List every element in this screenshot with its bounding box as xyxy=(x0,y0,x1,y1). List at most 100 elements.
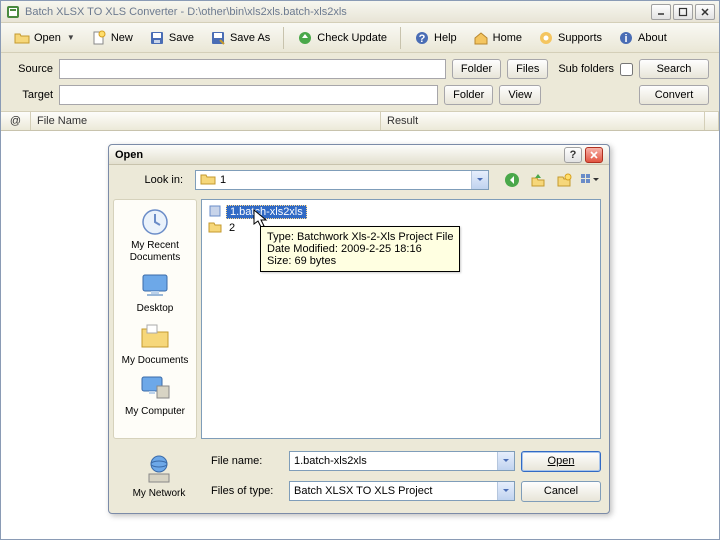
app-icon xyxy=(5,4,21,20)
view-menu-button[interactable] xyxy=(579,169,601,191)
check-update-button[interactable]: Check Update xyxy=(290,26,394,50)
dialog-help-button[interactable]: ? xyxy=(564,147,582,163)
cancel-button[interactable]: Cancel xyxy=(521,481,601,502)
nav-icons xyxy=(501,169,601,191)
file-name: 1.batch-xls2xls xyxy=(226,205,307,219)
filetype-label: Files of type: xyxy=(207,485,283,497)
up-button[interactable] xyxy=(527,169,549,191)
save-icon xyxy=(149,30,165,46)
help-button[interactable]: ? Help xyxy=(407,26,464,50)
place-computer[interactable]: My Computer xyxy=(115,372,195,418)
open-dialog: Open ? Look in: 1 My Recent Documents De… xyxy=(108,144,610,514)
filetype-combo[interactable]: Batch XLSX TO XLS Project xyxy=(289,481,515,501)
col-result[interactable]: Result xyxy=(381,112,705,130)
col-status[interactable]: @ xyxy=(1,112,31,130)
minimize-button[interactable] xyxy=(651,4,671,20)
places-bar: My Recent Documents Desktop My Documents… xyxy=(113,199,197,439)
search-button[interactable]: Search xyxy=(639,59,709,79)
combo-dropdown-icon[interactable] xyxy=(497,482,514,500)
desktop-icon xyxy=(139,269,171,301)
home-label: Home xyxy=(493,32,522,44)
convert-button[interactable]: Convert xyxy=(639,85,709,105)
look-in-row: Look in: 1 xyxy=(109,165,609,195)
separator xyxy=(400,27,401,49)
dialog-footer: My Network File name: 1.batch-xls2xls Op… xyxy=(109,443,609,513)
separator xyxy=(283,27,284,49)
place-desktop-label: Desktop xyxy=(137,303,174,315)
info-icon: i xyxy=(618,30,634,46)
save-as-button[interactable]: Save As xyxy=(203,26,277,50)
save-as-label: Save As xyxy=(230,32,270,44)
filetype-value: Batch XLSX TO XLS Project xyxy=(294,485,432,497)
toolbar: Open ▼ New Save Save As Check Update ? H… xyxy=(1,23,719,53)
target-folder-button[interactable]: Folder xyxy=(444,85,493,105)
look-in-label: Look in: xyxy=(117,174,189,186)
combo-dropdown-icon[interactable] xyxy=(497,452,514,470)
source-files-button[interactable]: Files xyxy=(507,59,548,79)
recent-icon xyxy=(139,206,171,238)
combo-dropdown-icon[interactable] xyxy=(471,171,488,189)
svg-text:i: i xyxy=(624,33,627,45)
open-label: Open xyxy=(34,32,61,44)
home-button[interactable]: Home xyxy=(466,26,529,50)
about-label: About xyxy=(638,32,667,44)
place-desktop[interactable]: Desktop xyxy=(115,269,195,315)
tooltip-size: Size: 69 bytes xyxy=(267,255,453,267)
source-folder-button[interactable]: Folder xyxy=(452,59,501,79)
file-tooltip: Type: Batchwork Xls-2-Xls Project File D… xyxy=(260,226,460,272)
update-icon xyxy=(297,30,313,46)
close-button[interactable] xyxy=(695,4,715,20)
dialog-body: My Recent Documents Desktop My Documents… xyxy=(109,195,609,443)
folder-open-icon xyxy=(14,30,30,46)
place-recent[interactable]: My Recent Documents xyxy=(115,206,195,263)
col-filename[interactable]: File Name xyxy=(31,112,381,130)
titlebar: Batch XLSX TO XLS Converter - D:\other\b… xyxy=(1,1,719,23)
folder-icon xyxy=(200,172,216,189)
place-documents[interactable]: My Documents xyxy=(115,321,195,367)
new-doc-icon xyxy=(91,30,107,46)
subfolders-label: Sub folders xyxy=(558,63,614,75)
place-computer-label: My Computer xyxy=(125,406,185,418)
project-file-icon xyxy=(208,204,222,221)
filename-label: File name: xyxy=(207,455,283,467)
check-update-label: Check Update xyxy=(317,32,387,44)
documents-icon xyxy=(139,321,171,353)
look-in-combo[interactable]: 1 xyxy=(195,170,489,190)
svg-text:?: ? xyxy=(419,33,426,45)
source-input[interactable] xyxy=(59,59,446,79)
grid-header: @ File Name Result xyxy=(1,111,719,131)
source-label: Source xyxy=(11,63,53,75)
subfolders-checkbox[interactable] xyxy=(620,63,633,76)
look-in-value: 1 xyxy=(220,174,226,186)
file-name: 2 xyxy=(226,222,238,234)
back-button[interactable] xyxy=(501,169,523,191)
filename-combo[interactable]: 1.batch-xls2xls xyxy=(289,451,515,471)
place-recent-label: My Recent Documents xyxy=(116,240,194,263)
open-confirm-button[interactable]: Open xyxy=(521,451,601,472)
new-button[interactable]: New xyxy=(84,26,140,50)
place-documents-label: My Documents xyxy=(122,355,189,367)
open-button[interactable]: Open ▼ xyxy=(7,26,82,50)
new-folder-button[interactable] xyxy=(553,169,575,191)
supports-button[interactable]: Supports xyxy=(531,26,609,50)
col-scroll xyxy=(705,112,719,130)
about-button[interactable]: i About xyxy=(611,26,674,50)
help-label: Help xyxy=(434,32,457,44)
tooltip-date: Date Modified: 2009-2-25 18:16 xyxy=(267,243,453,255)
supports-label: Supports xyxy=(558,32,602,44)
file-list[interactable]: 1.batch-xls2xls 2 Type: Batchwork Xls-2-… xyxy=(201,199,601,439)
save-button[interactable]: Save xyxy=(142,26,201,50)
target-input[interactable] xyxy=(59,85,438,105)
tooltip-type: Type: Batchwork Xls-2-Xls Project File xyxy=(267,231,453,243)
computer-icon xyxy=(139,372,171,404)
source-row: Source Folder Files Sub folders Search xyxy=(1,53,719,85)
dialog-close-button[interactable] xyxy=(585,147,603,163)
save-as-icon xyxy=(210,30,226,46)
place-network[interactable]: My Network xyxy=(117,454,201,499)
filename-value: 1.batch-xls2xls xyxy=(294,455,367,467)
target-view-button[interactable]: View xyxy=(499,85,541,105)
maximize-button[interactable] xyxy=(673,4,693,20)
dialog-titlebar: Open ? xyxy=(109,145,609,165)
help-icon: ? xyxy=(414,30,430,46)
file-item[interactable]: 1.batch-xls2xls xyxy=(206,204,596,220)
